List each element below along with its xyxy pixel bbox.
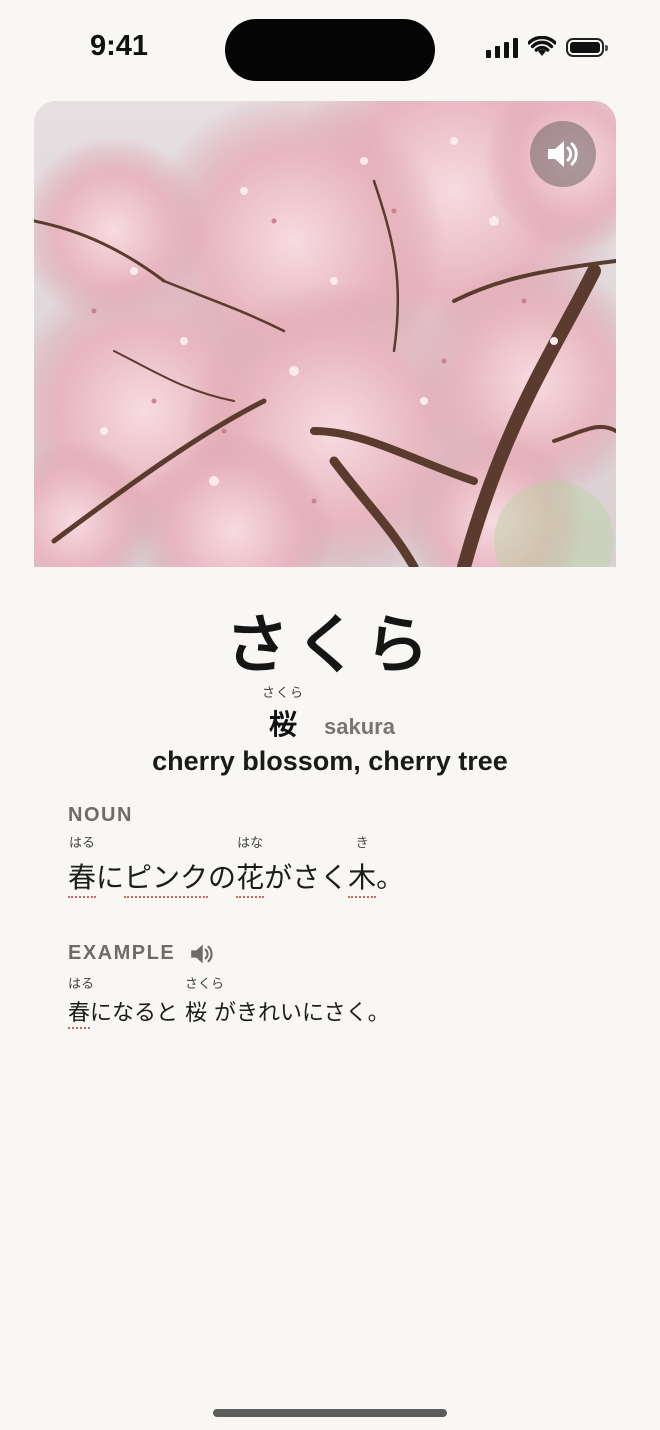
speaker-icon[interactable] [189,943,215,965]
word-segment[interactable]: はる春 [68,836,97,898]
play-audio-button[interactable] [530,121,596,187]
battery-icon [566,37,608,57]
cherry-blossom-illustration [34,101,616,567]
furigana: さくら [185,977,225,992]
home-indicator[interactable] [213,1409,447,1417]
example-header: EXAMPLE [68,942,215,965]
cherry-blossom-image [34,101,616,567]
word-segment[interactable]: き木 [348,836,377,898]
furigana: はる [69,836,96,851]
word-meaning: cherry blossom, cherry tree [152,746,508,776]
word-segment: 。 [376,861,405,894]
word-kana: さくら [225,609,435,683]
cellular-signal-icon [486,36,518,58]
part-of-speech-label: NOUN [68,804,133,826]
word-segment: に [96,861,125,894]
furigana: はな [237,836,264,851]
word-segment[interactable]: はな花 [236,836,265,898]
word-segment[interactable]: ピンク [124,856,209,898]
word-segment: になると [90,1001,186,1026]
dynamic-island [225,19,435,81]
example-sentence: はる 春になると さくら桜 がきれいにさく。 [68,977,390,1029]
kanji-furigana: さくら [261,686,304,701]
word-segment[interactable]: さくら桜 [185,977,224,1027]
wifi-icon [528,36,556,56]
word-romaji: sakura [324,714,395,739]
word-kanji: 桜 [268,708,297,741]
speaker-icon [548,141,578,167]
word-segment: がきれいにさく。 [207,1001,390,1026]
furigana: はる [68,977,95,992]
word-segment[interactable]: はる春 [68,977,94,1029]
word-segment: の [208,861,237,894]
status-time: 9:41 [90,30,149,62]
example-label: EXAMPLE [68,942,176,964]
word-segment: がさく [264,861,349,894]
definition-sentence: はる 春にピンクの はな 花がさくき木。 [68,836,405,898]
status-icons [486,36,608,58]
furigana: き [355,836,369,851]
